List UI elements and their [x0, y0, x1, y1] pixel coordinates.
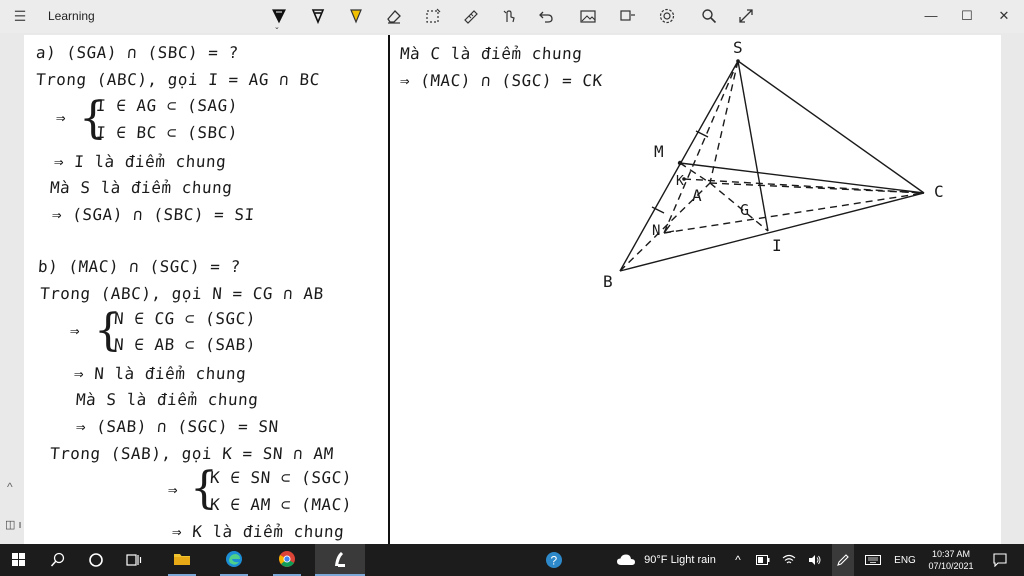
chrome-icon[interactable]	[273, 544, 301, 576]
cortana-icon[interactable]	[84, 544, 108, 576]
taskbar: ? 90°F Light rain ^ ENG 10:37 AM 07/10/2…	[0, 544, 1024, 576]
edge-ai	[709, 182, 769, 232]
network-icon[interactable]	[780, 544, 798, 576]
search-icon[interactable]	[46, 544, 70, 576]
chevron-up-icon[interactable]: ^	[730, 544, 746, 576]
add-image-icon[interactable]	[575, 5, 601, 27]
edge-sn	[663, 60, 739, 234]
edge-sa	[709, 60, 739, 184]
battery-icon[interactable]	[754, 544, 772, 576]
shapes-icon[interactable]	[615, 5, 641, 27]
task-view-icon[interactable]	[122, 544, 146, 576]
zoom-icon[interactable]	[696, 5, 722, 27]
expand-icon[interactable]	[733, 5, 759, 27]
pyramid-figure: S M K A G C N I B	[603, 38, 944, 291]
keyboard-icon[interactable]	[862, 544, 884, 576]
pencil-icon[interactable]	[305, 5, 331, 27]
help-icon[interactable]: ?	[542, 544, 566, 576]
lasso-select-icon[interactable]	[420, 5, 446, 27]
label-a: A	[692, 186, 702, 205]
label-b: B	[603, 272, 613, 291]
language-indicator[interactable]: ENG	[890, 544, 920, 576]
undo-icon[interactable]	[533, 5, 559, 27]
tick-mark	[695, 130, 709, 138]
label-n: N	[652, 223, 660, 239]
edge-icon[interactable]	[220, 544, 248, 576]
app-title: Learning	[48, 9, 95, 23]
weather-text[interactable]: 90°F Light rain	[640, 544, 720, 576]
clock-date: 07/10/2021	[928, 561, 974, 571]
chevron-down-icon[interactable]: ⌄	[274, 23, 280, 31]
settings-icon[interactable]	[654, 5, 680, 27]
label-k: K	[676, 174, 684, 189]
edge-sb	[619, 60, 739, 272]
maximize-button[interactable]: ☐	[956, 5, 978, 27]
app-window: ☰ Learning ⌄ — ☐ ✕ a) (SGA) ∩ (SBC) = ? …	[0, 0, 1024, 576]
cloud-icon	[614, 544, 638, 576]
close-button[interactable]: ✕	[993, 5, 1015, 27]
file-explorer-icon[interactable]	[168, 544, 196, 576]
ruler-icon[interactable]	[458, 5, 484, 27]
notification-icon[interactable]	[990, 544, 1010, 576]
windows-start-icon[interactable]	[8, 544, 30, 576]
title-bar: ☰ Learning ⌄ — ☐ ✕	[0, 0, 1024, 33]
panel-toggle-icon[interactable]: ◫ ı	[5, 518, 22, 531]
clock[interactable]: 10:37 AM 07/10/2021	[922, 544, 980, 576]
label-s: S	[733, 38, 743, 57]
label-m: M	[654, 142, 664, 161]
side-strip	[0, 466, 24, 544]
note-canvas[interactable]: a) (SGA) ∩ (SBC) = ? Trong (ABC), gọi I …	[24, 35, 1001, 544]
pen-workspace-icon[interactable]	[832, 544, 854, 576]
label-i: I	[772, 236, 782, 255]
touch-writing-icon[interactable]	[496, 5, 522, 27]
chevron-up-icon[interactable]: ^	[7, 480, 13, 494]
clock-time: 10:37 AM	[931, 549, 971, 559]
highlighter-icon[interactable]	[343, 5, 369, 27]
svg-text:?: ?	[551, 554, 558, 568]
minimize-button[interactable]: —	[920, 5, 942, 27]
label-g: G	[740, 201, 749, 219]
volume-icon[interactable]	[806, 544, 824, 576]
eraser-icon[interactable]	[381, 5, 407, 27]
label-c: C	[934, 182, 944, 201]
whiteboard-app-icon[interactable]	[315, 544, 365, 576]
hamburger-icon[interactable]: ☰	[10, 8, 30, 24]
